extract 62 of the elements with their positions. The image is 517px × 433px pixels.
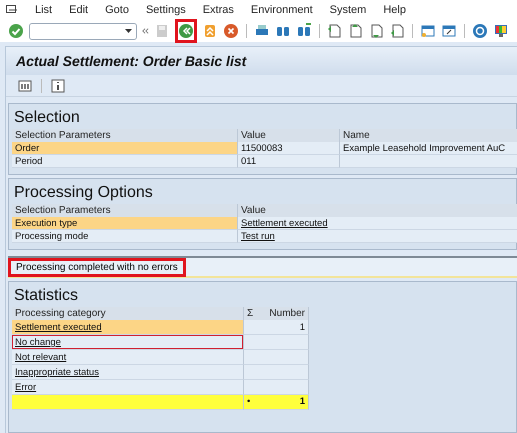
table-cell — [244, 350, 309, 365]
section-heading: Processing Options — [13, 183, 154, 203]
page-icon — [326, 23, 342, 39]
menu-item[interactable]: Extras — [202, 4, 234, 16]
table-cell: 011 — [238, 155, 340, 168]
window-icon — [441, 23, 458, 39]
menu-item[interactable]: Environment — [250, 4, 313, 16]
cancel-icon — [222, 23, 239, 39]
window-icon — [420, 23, 436, 39]
command-field[interactable] — [29, 22, 137, 40]
collapse-icon[interactable] — [142, 27, 149, 35]
column-header: Value — [238, 204, 517, 217]
page-button[interactable] — [389, 22, 406, 40]
monitor-icon — [492, 23, 509, 39]
table-cell[interactable]: Inappropriate status — [12, 365, 244, 380]
check-icon — [8, 23, 24, 39]
cancel-button[interactable] — [222, 22, 239, 40]
column-header: Selection Parameters — [12, 204, 238, 217]
page-button[interactable] — [326, 22, 342, 40]
table-cell: Period — [12, 155, 238, 168]
dropdown-icon — [125, 29, 132, 33]
table-cell: 11500083 — [238, 142, 340, 155]
section-heading: Selection — [13, 108, 81, 128]
page-icon — [389, 23, 406, 39]
table-cell — [244, 335, 309, 350]
table-cell[interactable]: Not relevant — [12, 350, 244, 365]
menu-item[interactable]: List — [35, 4, 52, 16]
table-cell[interactable]: No change — [12, 335, 244, 350]
table-cell: 1 — [244, 320, 309, 335]
table-cell[interactable]: Test run — [238, 230, 517, 243]
table-cell — [244, 365, 309, 380]
table-cell[interactable]: Error — [12, 380, 244, 395]
menu-item[interactable]: Settings — [146, 4, 186, 16]
monitor-button[interactable] — [492, 22, 509, 40]
column-header: Value — [238, 129, 340, 142]
column-header: Σ Number — [244, 307, 309, 320]
table-cell: Order — [12, 142, 238, 155]
total-marker: • — [247, 395, 250, 409]
column-header: Processing category — [12, 307, 244, 320]
screen-title: Actual Settlement: Order Basic list — [6, 47, 517, 75]
total-value: 1 — [300, 395, 305, 409]
table-cell: Example Leasehold Improvement AuC — [340, 142, 517, 155]
back-button[interactable] — [174, 19, 197, 43]
section-heading: Statistics — [13, 286, 80, 306]
menu-item[interactable]: Help — [383, 4, 406, 16]
menu-item[interactable]: System — [330, 4, 366, 16]
table-cell[interactable]: Settlement executed — [238, 217, 517, 230]
binoculars-icon — [296, 23, 312, 39]
table-cell: Processing mode — [12, 230, 238, 243]
table-cell[interactable]: Settlement executed — [12, 320, 244, 335]
check-button[interactable] — [8, 22, 24, 40]
menu-item[interactable]: Goto — [105, 4, 129, 16]
info-icon — [50, 78, 66, 94]
status-message: Processing completed with no errors — [8, 258, 186, 276]
table-cell: Execution type — [12, 217, 238, 230]
column-header: Name — [340, 129, 517, 142]
back-icon — [178, 23, 194, 39]
menu-icon[interactable] — [6, 5, 18, 15]
menu-item[interactable]: Edit — [69, 4, 88, 16]
column-header: Selection Parameters — [12, 129, 238, 142]
columns-icon — [17, 78, 33, 94]
info-button[interactable] — [49, 76, 67, 94]
